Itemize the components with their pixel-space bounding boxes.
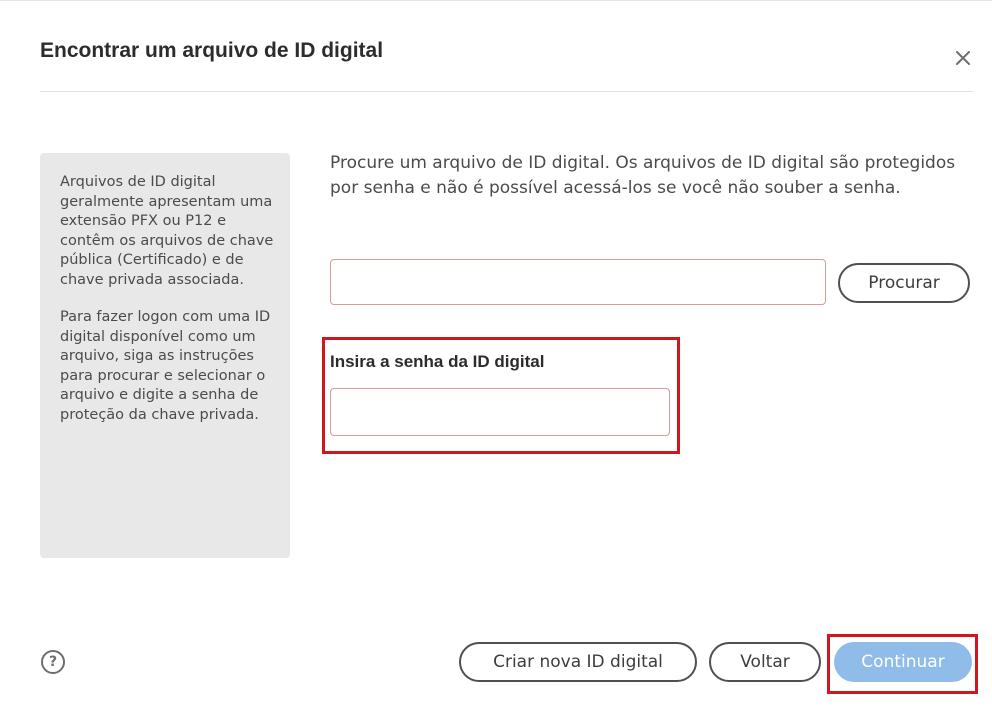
info-panel: Arquivos de ID digital geralmente aprese… [40, 153, 290, 558]
file-path-input[interactable] [330, 259, 826, 305]
password-input[interactable] [330, 388, 670, 436]
close-button[interactable] [950, 45, 976, 71]
description-text: Procure um arquivo de ID digital. Os arq… [330, 153, 956, 198]
find-digital-id-dialog: Encontrar um arquivo de ID digital Arqui… [0, 0, 992, 711]
browse-button[interactable]: Procurar [838, 263, 970, 303]
password-label: Insira a senha da ID digital [330, 352, 545, 371]
info-paragraph-extensions: Arquivos de ID digital geralmente aprese… [60, 174, 274, 288]
back-button[interactable]: Voltar [709, 642, 821, 682]
help-icon: ? [48, 654, 58, 670]
dialog-title: Encontrar um arquivo de ID digital [40, 39, 384, 62]
continue-button[interactable]: Continuar [834, 642, 972, 682]
create-new-digital-id-button[interactable]: Criar nova ID digital [459, 642, 697, 682]
info-paragraph-instructions: Para fazer logon com uma ID digital disp… [60, 309, 271, 423]
close-icon [956, 51, 970, 65]
title-divider [40, 91, 973, 92]
help-button[interactable]: ? [41, 650, 65, 674]
